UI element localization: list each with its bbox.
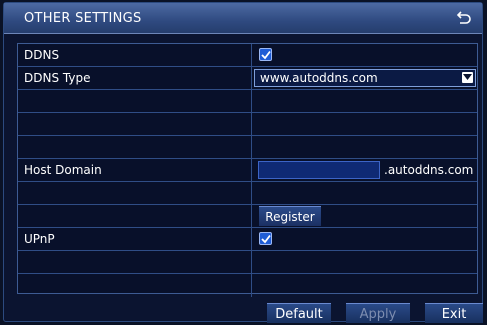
- host-domain-input[interactable]: [258, 161, 380, 179]
- host-domain-label: Host Domain: [24, 163, 102, 177]
- row-empty-2: [18, 113, 477, 136]
- row-empty-3: [18, 136, 477, 159]
- ddns-type-select[interactable]: www.autoddns.com: [254, 69, 476, 87]
- title-bar: OTHER SETTINGS: [4, 3, 482, 34]
- row-empty-5: [18, 251, 477, 274]
- row-ddns: DDNS: [18, 44, 477, 67]
- register-button[interactable]: Register: [259, 206, 321, 226]
- row-ddns-type: DDNS Type www.autoddns.com: [18, 67, 477, 90]
- upnp-checkbox[interactable]: [259, 232, 272, 245]
- ddns-type-value: www.autoddns.com: [260, 71, 378, 85]
- ddns-checkbox[interactable]: [259, 48, 272, 61]
- settings-panel: DDNS DDNS Type www.autoddns.com Host Dom…: [17, 43, 478, 297]
- upnp-label: UPnP: [24, 232, 55, 246]
- back-arrow-icon[interactable]: [454, 9, 472, 27]
- window-title: OTHER SETTINGS: [24, 11, 142, 26]
- row-upnp: UPnP: [18, 228, 477, 251]
- exit-button[interactable]: Exit: [425, 303, 483, 323]
- row-empty-6: [18, 274, 477, 297]
- chevron-down-icon[interactable]: [462, 72, 473, 83]
- ddns-label: DDNS: [24, 48, 60, 62]
- apply-button[interactable]: Apply: [346, 303, 410, 323]
- row-empty-1: [18, 90, 477, 113]
- host-domain-suffix: .autoddns.com: [384, 163, 474, 177]
- row-empty-4: [18, 182, 477, 205]
- row-host-domain: Host Domain .autoddns.com: [18, 159, 477, 182]
- default-button[interactable]: Default: [267, 303, 331, 323]
- row-register: Register: [18, 205, 477, 228]
- ddns-type-label: DDNS Type: [24, 71, 91, 85]
